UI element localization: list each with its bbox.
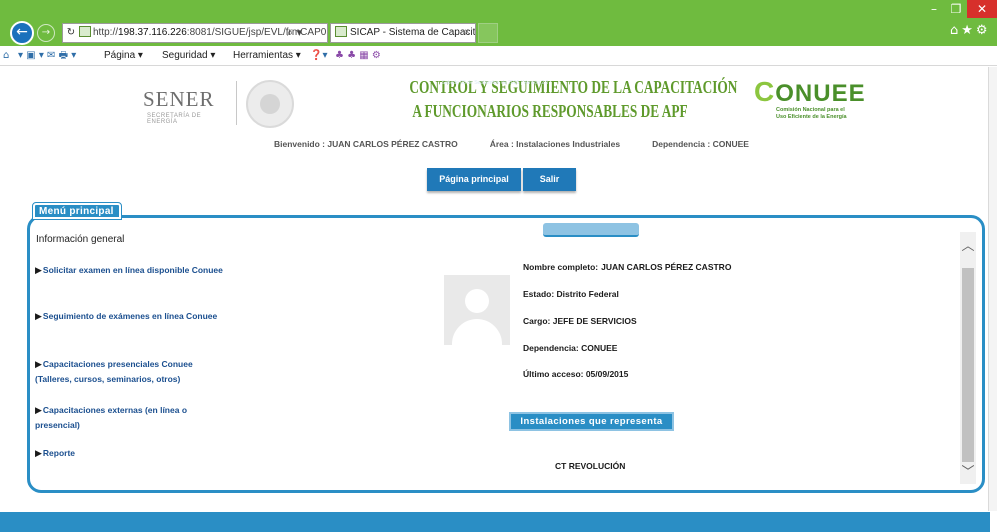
welcome-bar: Bienvenido : JUAN CARLOS PÉREZ CASTRO Áre… xyxy=(274,139,781,149)
browser-tools-icons[interactable]: ⌂★⚙ xyxy=(950,23,991,38)
address-bar[interactable]: ↻ http://198.37.116.226:8081/SIGUE/jsp/EV… xyxy=(62,23,328,43)
installations-header: Instalaciones que representa xyxy=(509,412,674,431)
url-prefix: http:// xyxy=(93,27,119,38)
play-arrow-icon: ▶ xyxy=(35,449,42,459)
close-tab-icon[interactable]: × xyxy=(464,24,470,42)
welcome-user: Bienvenido : JUAN CARLOS PÉREZ CASTRO xyxy=(274,139,458,149)
home-icon[interactable]: ⌂ xyxy=(3,46,9,65)
profile-last-access: Último acceso: 05/09/2015 xyxy=(523,369,629,379)
info-general-heading: Información general xyxy=(36,234,125,245)
scroll-thumb[interactable] xyxy=(962,268,974,462)
menu-item-label[interactable]: Reporte xyxy=(43,448,75,458)
profile-dependency: Dependencia: CONUEE xyxy=(523,343,618,353)
tools-menu[interactable]: Herramientas ▾ xyxy=(233,46,301,65)
play-arrow-icon: ▶ xyxy=(35,312,42,322)
menu-item-capacitaciones-externas[interactable]: ▶Capacitaciones externas (en línea o pre… xyxy=(35,403,225,432)
conuee-subtitle-line2: Uso Eficiente de la Energía xyxy=(776,114,847,120)
panel-scrollbar[interactable]: ︿ ﹀ xyxy=(960,232,976,484)
site-favicon-icon xyxy=(79,26,91,37)
footer-text: Sabado 05 de Septiembre de 2015 | Versió… xyxy=(441,80,549,86)
tab-favicon-icon xyxy=(335,26,347,37)
tab-title: SICAP - Sistema de Capacit... xyxy=(350,27,476,38)
play-arrow-icon: ▶ xyxy=(35,360,42,370)
menu-item-label[interactable]: Solicitar examen en línea disponible Con… xyxy=(43,265,223,275)
maximize-icon[interactable]: ❐ xyxy=(946,0,966,18)
profile-state: Estado: Distrito Federal xyxy=(523,289,619,299)
menu-tag: Menú principal xyxy=(32,202,122,220)
close-window-icon[interactable]: ✕ xyxy=(967,0,997,18)
scroll-down-icon[interactable]: ﹀ xyxy=(960,466,976,480)
profile-position: Cargo: JEFE DE SERVICIOS xyxy=(523,316,637,326)
menu-item-label[interactable]: Capacitaciones presenciales Conuee (Tall… xyxy=(35,359,193,384)
profile-name-value: JUAN CARLOS PÉREZ CASTRO xyxy=(601,262,732,272)
menu-item-label[interactable]: Capacitaciones externas (en línea o pres… xyxy=(35,405,187,430)
feeds-icon[interactable]: ▾ ▣ ▾ ✉ 🖶 ▾ xyxy=(18,46,76,65)
help-icon[interactable]: ❓▾ xyxy=(310,46,327,65)
back-arrow-icon[interactable]: ← xyxy=(10,21,34,45)
logo-divider xyxy=(236,81,237,125)
national-seal-icon xyxy=(246,80,294,128)
url-host: 198.37.116.226 xyxy=(118,27,187,38)
general-data-header xyxy=(543,223,639,237)
menu-item-solicitar-examen[interactable]: ▶Solicitar examen en línea disponible Co… xyxy=(35,263,225,278)
page-menu[interactable]: Página ▾ xyxy=(104,46,143,65)
page-content: SENER SECRETARÍA DE ENERGÍA CONTROL Y SE… xyxy=(0,67,990,532)
menu-item-capacitaciones-presenciales[interactable]: ▶Capacitaciones presenciales Conuee (Tal… xyxy=(35,357,225,386)
browser-titlebar: – ❐ ✕ xyxy=(0,0,997,20)
conuee-subtitle-line1: Comisión Nacional para el xyxy=(776,107,845,113)
welcome-area: Área : Instalaciones Industriales xyxy=(489,139,621,149)
play-arrow-icon: ▶ xyxy=(35,266,42,276)
logout-button[interactable]: Salir xyxy=(523,168,576,191)
menu-item-reporte[interactable]: ▶Reporte xyxy=(35,446,225,461)
sener-logo: SENER SECRETARÍA DE ENERGÍA xyxy=(143,87,233,125)
sener-subtitle: SECRETARÍA DE ENERGÍA xyxy=(147,113,202,125)
refresh-icon[interactable]: ↻ xyxy=(65,24,77,42)
browser-navbar: ← → ↻ http://198.37.116.226:8081/SIGUE/js… xyxy=(0,20,997,46)
tab-sicap[interactable]: SICAP - Sistema de Capacit... × xyxy=(330,23,476,43)
page-scrollbar[interactable] xyxy=(988,67,997,511)
new-tab-button[interactable] xyxy=(478,23,498,43)
sener-logo-text: SENER xyxy=(143,87,215,111)
welcome-dependency: Dependencia : CONUEE xyxy=(652,139,749,149)
security-menu[interactable]: Seguridad ▾ xyxy=(162,46,215,65)
forward-arrow-icon[interactable]: → xyxy=(37,24,55,42)
search-icon[interactable]: ⌕ ▾ xyxy=(287,24,327,42)
minimize-icon[interactable]: – xyxy=(924,0,944,18)
home-page-button[interactable]: Página principal xyxy=(427,168,521,191)
command-bar: ⌂ ▾ ▣ ▾ ✉ 🖶 ▾ Página ▾ Seguridad ▾ Herra… xyxy=(0,46,997,66)
page-title-line2: A FUNCIONARIOS RESPONSABLES DE APF xyxy=(412,101,688,121)
play-arrow-icon: ▶ xyxy=(35,406,42,416)
footer-bar xyxy=(0,512,990,532)
profile-name: Nombre completo: JUAN CARLOS PÉREZ CASTRO xyxy=(523,262,731,272)
scroll-up-icon[interactable]: ︿ xyxy=(960,240,976,254)
page-title-line1: CONTROL Y SEGUIMIENTO DE LA CAPACITACIÓN xyxy=(409,77,738,97)
installation-item: CT REVOLUCIÓN xyxy=(555,461,626,471)
avatar xyxy=(444,275,510,345)
toolbar-extras-icon[interactable]: ♣ ♣ ▦ ⚙ xyxy=(335,46,381,65)
menu-item-seguimiento-examenes[interactable]: ▶Seguimiento de exámenes en línea Conuee xyxy=(35,309,225,324)
profile-name-label: Nombre completo: xyxy=(523,262,599,272)
menu-item-label[interactable]: Seguimiento de exámenes en línea Conuee xyxy=(43,311,217,321)
